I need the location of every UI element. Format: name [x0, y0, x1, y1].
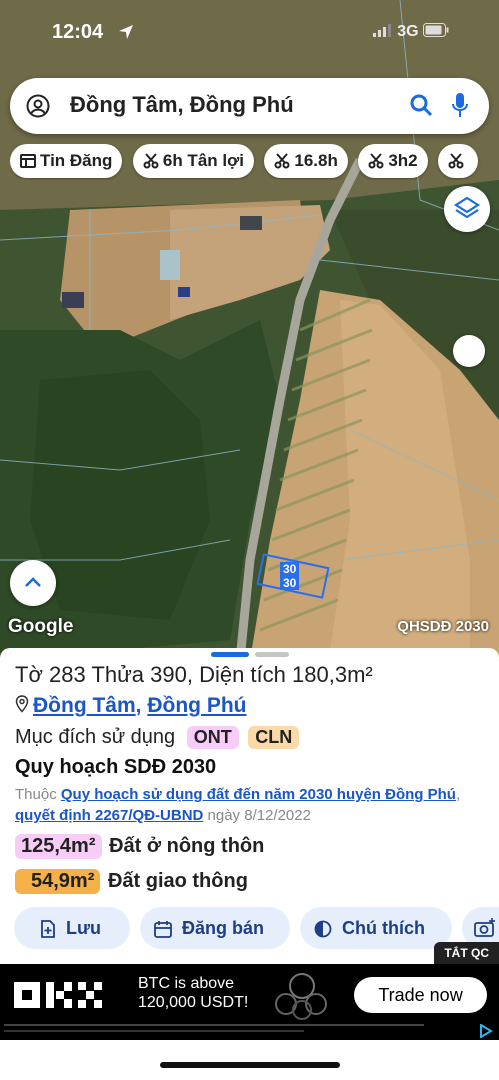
decision-date: ngày 8/12/2022 — [207, 807, 311, 824]
add-document-icon — [41, 920, 55, 938]
google-attribution: Google — [8, 616, 74, 637]
signal-status: 3G — [372, 23, 449, 41]
chip-tin-dang[interactable]: Tin Đăng — [10, 144, 123, 178]
expand-sheet-button[interactable] — [10, 560, 56, 606]
map-layer-label: QHSDĐ 2030 — [397, 618, 489, 635]
ad-banner[interactable]: BTC is above 120,000 USDT! Trade now — [0, 964, 499, 1040]
home-indicator-area — [0, 1040, 499, 1080]
trade-now-button[interactable]: Trade now — [354, 977, 487, 1013]
plan-heading: Quy hoạch SDĐ 2030 — [15, 756, 217, 778]
map-control-button[interactable] — [453, 335, 485, 367]
purpose-label: Mục đích sử dụng — [15, 726, 176, 748]
clock: 12:04 — [52, 21, 104, 43]
scissors-icon — [368, 153, 384, 169]
area-value-badge: 125,4m² — [15, 834, 102, 859]
chip-tan-loi[interactable]: 6h Tân lợi — [132, 144, 254, 178]
save-button[interactable]: Lưu — [14, 907, 130, 949]
chip-label: 16.8h — [294, 151, 338, 170]
chip-label: 6h Tân lợi — [162, 151, 244, 170]
layers-button[interactable] — [444, 186, 490, 232]
ad-text: BTC is above 120,000 USDT! — [138, 974, 248, 1012]
scissors-icon — [274, 153, 290, 169]
commune-link[interactable]: Đồng Tâm — [33, 694, 136, 717]
source-prefix: Thuộc — [15, 786, 57, 803]
home-indicator[interactable] — [160, 1062, 340, 1068]
filter-chips: Tin Đăng 6h Tân lợi 16.8h 3h2 — [10, 144, 499, 180]
land-use-purpose: Mục đích sử dụng ONT CLN — [15, 726, 300, 749]
parcel-label: 30 — [280, 562, 300, 576]
post-label: Đăng bán — [182, 918, 265, 938]
search-icon[interactable] — [409, 93, 433, 122]
chevron-up-icon — [25, 577, 41, 587]
network-type: 3G — [397, 23, 419, 40]
chip-more[interactable] — [438, 144, 479, 178]
search-bar[interactable]: Đồng Tâm, Đồng Phú — [10, 78, 489, 134]
legend-label: Chú thích — [342, 918, 425, 938]
area-row-residential: 125,4m² Đất ở nông thôn — [15, 834, 264, 859]
district-link[interactable]: Đồng Phú — [147, 694, 246, 717]
list-icon — [20, 154, 36, 168]
chip-3h2[interactable]: 3h2 — [358, 144, 428, 178]
signal-bars-icon — [372, 23, 397, 40]
ad-text-line: 120,000 USDT! — [138, 994, 249, 1011]
microphone-icon[interactable] — [451, 92, 469, 123]
location-arrow-icon — [118, 24, 134, 45]
area-type-label: Đất giao thông — [107, 870, 248, 892]
bitcoin-coins-icon — [272, 972, 332, 1025]
account-icon[interactable] — [26, 94, 50, 123]
legend-button[interactable]: Chú thích — [300, 907, 452, 949]
area-value-badge: 54,9m² — [15, 869, 101, 894]
okx-logo — [14, 980, 110, 1010]
plan-source: Thuộc Quy hoạch sử dụng đất đến năm 2030… — [15, 786, 461, 824]
parcel-address: Đồng Tâm, Đồng Phú — [15, 694, 247, 718]
calendar-icon — [154, 921, 172, 938]
save-label: Lưu — [66, 918, 102, 938]
decision-link[interactable]: quyết định 2267/QĐ-UBND — [15, 807, 203, 824]
close-ad-button[interactable]: TẮT QC — [434, 942, 499, 964]
contrast-icon — [314, 920, 332, 938]
scissors-icon — [143, 153, 159, 169]
search-location-title[interactable]: Đồng Tâm, Đồng Phú — [70, 92, 294, 118]
plan-document-link[interactable]: Quy hoạch sử dụng đất đến năm 2030 huyện… — [61, 786, 456, 803]
battery-icon — [423, 23, 449, 40]
ad-text-line: BTC is above — [138, 975, 235, 992]
chip-16-8h[interactable]: 16.8h — [264, 144, 348, 178]
post-for-sale-button[interactable]: Đăng bán — [140, 907, 290, 949]
ad-disclaimer-line — [4, 1024, 424, 1026]
camera-plus-icon — [474, 918, 495, 937]
area-row-transport: 54,9m² Đất giao thông — [15, 869, 248, 894]
layers-icon — [453, 196, 481, 219]
parcel-title: Tờ 283 Thửa 390, Diện tích 180,3m² — [15, 662, 373, 687]
parcel-label: 30 — [280, 576, 300, 590]
scissors-icon — [448, 153, 464, 169]
sheet-handle-secondary[interactable] — [255, 652, 289, 657]
location-pin-icon — [15, 694, 33, 717]
area-type-label: Đất ở nông thôn — [109, 835, 265, 857]
status-bar: 12:04 3G — [0, 18, 499, 50]
chip-label: 3h2 — [388, 151, 418, 170]
purpose-code-badge: ONT — [186, 726, 239, 749]
purpose-code-badge: CLN — [248, 726, 300, 749]
ad-disclaimer-line — [4, 1030, 304, 1032]
sheet-handle[interactable] — [211, 652, 249, 657]
chip-label: Tin Đăng — [40, 151, 113, 170]
